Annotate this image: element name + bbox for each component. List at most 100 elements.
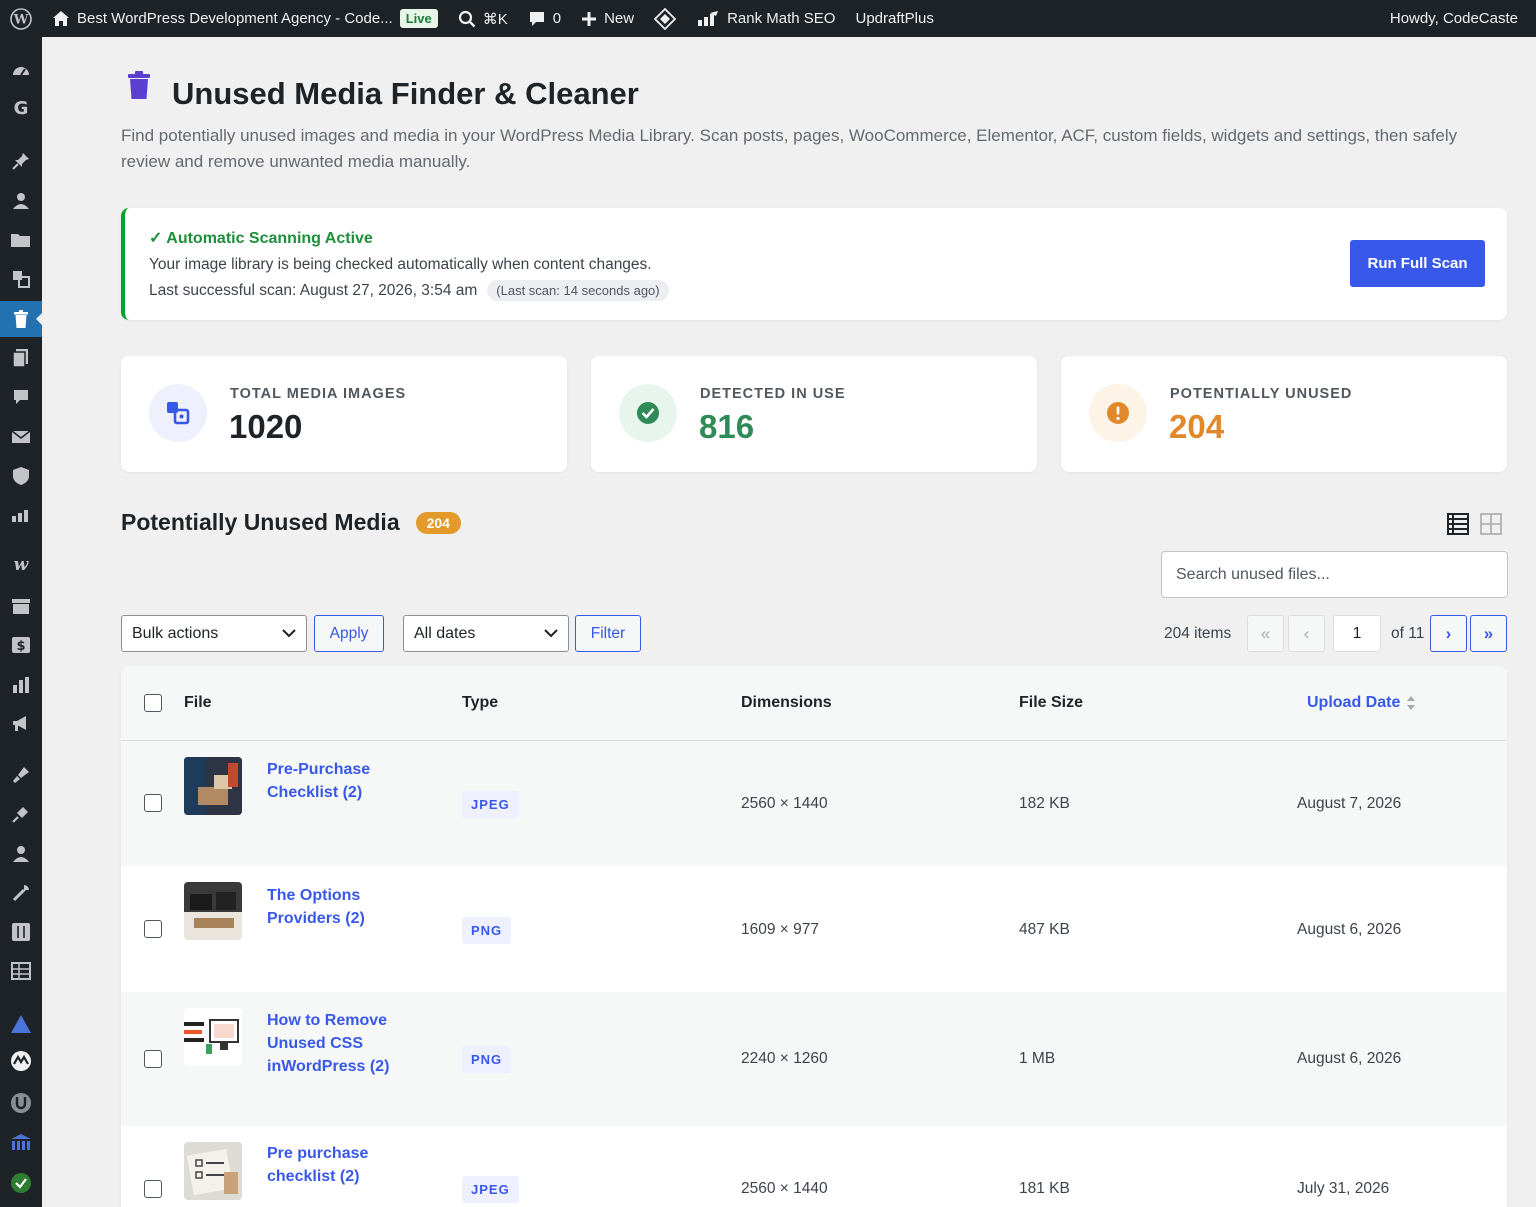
thumbnail[interactable] (184, 1142, 242, 1200)
check-circle-icon (619, 384, 677, 442)
chevron-down-icon (544, 629, 558, 638)
file-link[interactable]: The Options Providers (2) (267, 884, 427, 930)
trash-icon (126, 69, 152, 106)
stat-value: 204 (1169, 408, 1225, 445)
sidebar-item-users[interactable] (0, 836, 42, 872)
last-page-button[interactable]: » (1470, 615, 1507, 652)
sidebar-item-users-top[interactable] (0, 183, 42, 219)
sidebar-item-u-plugin[interactable] (0, 1085, 42, 1121)
sidebar-item-check[interactable] (0, 1165, 42, 1201)
column-file-size: File Size (1019, 694, 1084, 711)
my-account-menu[interactable]: Howdy, CodeCaste (1380, 0, 1528, 37)
sidebar-item-plugins[interactable] (0, 796, 42, 832)
comments-menu[interactable]: 0 (518, 0, 571, 37)
run-full-scan-button[interactable]: Run Full Scan (1350, 240, 1485, 287)
prev-page-button[interactable]: ‹ (1288, 615, 1325, 652)
plug-icon (12, 807, 28, 823)
filter-button[interactable]: Filter (575, 615, 641, 652)
sidebar-item-analytics-plugin[interactable] (0, 1043, 42, 1079)
sidebar-item-bank[interactable] (0, 1125, 42, 1161)
last-scan-text: Last successful scan: August 27, 2026, 3… (149, 281, 478, 299)
total-pages: of 11 (1391, 625, 1425, 642)
upload-date-label: Upload Date (1307, 694, 1401, 711)
sort-icon (1407, 696, 1416, 710)
triangle-logo-icon (11, 1015, 31, 1033)
thumbnail[interactable] (184, 882, 242, 940)
list-view-icon[interactable] (1447, 513, 1469, 540)
megaphone-icon (13, 716, 26, 731)
sidebar-item-folders[interactable] (0, 222, 42, 258)
sidebar-item-astra[interactable] (0, 1006, 42, 1042)
file-link[interactable]: Pre purchase checklist (2) (267, 1142, 427, 1188)
svg-text:W: W (13, 12, 29, 27)
command-palette-button[interactable]: ⌘K (448, 0, 518, 37)
sidebar-item-woocommerce[interactable]: w (0, 546, 42, 582)
sidebar-item-comments[interactable] (0, 379, 42, 415)
pin-icon (12, 153, 29, 170)
admin-sidebar: G w $ (0, 37, 42, 1207)
grid-view-icon[interactable] (1480, 513, 1502, 540)
select-all-checkbox[interactable] (144, 694, 162, 712)
sidebar-item-rank-math[interactable] (0, 497, 42, 533)
section-heading: Potentially Unused Media 204 (121, 509, 461, 536)
sidebar-item-table[interactable] (0, 953, 42, 989)
updraftplus-menu[interactable]: UpdraftPlus (845, 0, 943, 37)
site-name-menu[interactable]: Best WordPress Development Agency - Code… (42, 0, 448, 37)
page-description: Find potentially unused images and media… (121, 126, 1458, 171)
table-row: Pre purchase checklist (2) JPEG 2560 × 1… (121, 1126, 1507, 1207)
column-dimensions: Dimensions (741, 694, 832, 711)
sidebar-item-analytics[interactable] (0, 667, 42, 703)
current-page-input[interactable] (1333, 615, 1381, 652)
brush-icon (13, 767, 29, 783)
thumbnail[interactable] (184, 1008, 242, 1066)
sidebar-item-security[interactable] (0, 458, 42, 494)
sidebar-item-pages[interactable] (0, 340, 42, 376)
row-checkbox[interactable] (144, 794, 162, 812)
media-icon (149, 384, 207, 442)
stat-value: 1020 (229, 408, 303, 445)
wordpress-logo-icon[interactable]: W (0, 0, 42, 37)
sidebar-item-unused-media[interactable] (0, 301, 42, 337)
bulk-actions-select[interactable]: Bulk actions (121, 615, 307, 652)
search-input[interactable] (1161, 551, 1508, 598)
sidebar-item-mail[interactable] (0, 419, 42, 455)
count-badge: 204 (415, 511, 461, 534)
sidebar-item-marketing[interactable] (0, 706, 42, 742)
comments-count: 0 (552, 10, 562, 27)
upload-date-cell: August 6, 2026 (1297, 921, 1402, 938)
sidebar-item-google[interactable]: G (0, 90, 42, 126)
diamond-plugin-menu[interactable] (644, 0, 686, 37)
next-page-button[interactable]: › (1430, 615, 1467, 652)
thumbnail[interactable] (184, 757, 242, 815)
sidebar-item-posts[interactable] (0, 143, 42, 179)
upload-date-cell: August 7, 2026 (1297, 795, 1402, 812)
sidebar-item-dashboard[interactable] (0, 53, 42, 89)
main-content: Unused Media Finder & Cleaner Find poten… (42, 37, 1536, 1207)
rank-math-label: Rank Math SEO (727, 10, 836, 27)
table-row: Pre-Purchase Checklist (2) JPEG 2560 × 1… (121, 741, 1507, 866)
new-content-menu[interactable]: New (571, 0, 644, 37)
row-checkbox[interactable] (144, 920, 162, 938)
plus-icon (581, 11, 597, 27)
sidebar-item-appearance[interactable] (0, 757, 42, 793)
first-page-button[interactable]: « (1247, 615, 1284, 652)
row-checkbox[interactable] (144, 1050, 162, 1068)
dates-select[interactable]: All dates (403, 615, 569, 652)
user-icon (13, 846, 29, 862)
column-upload-date[interactable]: Upload Date (1307, 694, 1416, 712)
table-row: How to Remove Unused CSS inWordPress (2)… (121, 992, 1507, 1126)
sidebar-item-settings[interactable] (0, 914, 42, 950)
sidebar-item-tools[interactable] (0, 875, 42, 911)
table-icon (11, 962, 31, 980)
section-title: Potentially Unused Media (121, 509, 400, 535)
file-link[interactable]: Pre-Purchase Checklist (2) (267, 758, 427, 804)
rank-math-icon (12, 510, 28, 522)
row-checkbox[interactable] (144, 1180, 162, 1198)
rank-math-menu[interactable]: Rank Math SEO (686, 0, 845, 37)
apply-button[interactable]: Apply (314, 615, 384, 652)
file-link[interactable]: How to Remove Unused CSS inWordPress (2) (267, 1009, 437, 1078)
sidebar-item-products[interactable] (0, 588, 42, 624)
dimensions-cell: 2560 × 1440 (741, 1180, 828, 1197)
sidebar-item-payments[interactable]: $ (0, 627, 42, 663)
sidebar-item-media[interactable] (0, 261, 42, 297)
